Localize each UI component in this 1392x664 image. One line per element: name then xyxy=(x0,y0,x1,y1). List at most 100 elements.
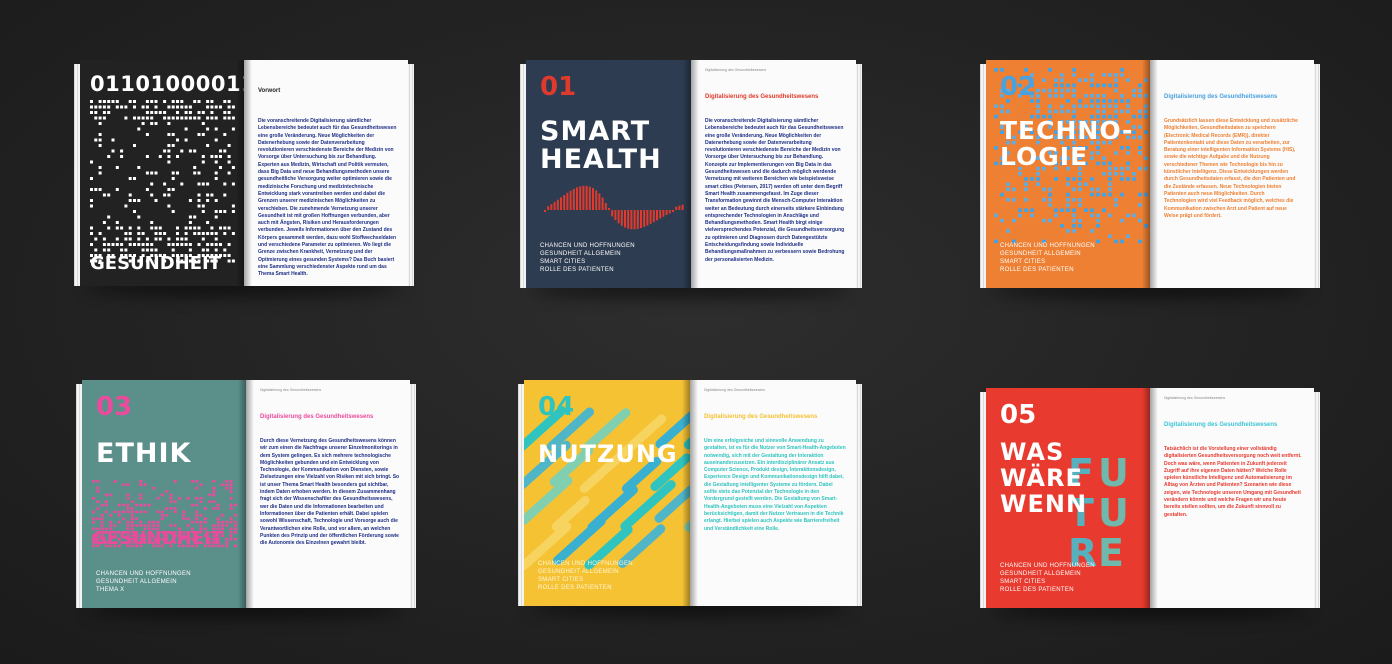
grid-pixel xyxy=(1138,203,1142,207)
bit-fragment xyxy=(90,204,93,208)
bit-fragment xyxy=(171,171,175,175)
grid-pixel xyxy=(1060,109,1064,114)
grid-pixel xyxy=(1024,208,1028,212)
bit-fragment xyxy=(115,100,119,103)
wave-bar xyxy=(582,185,585,210)
bit-fragment xyxy=(176,232,179,235)
pink-pixel xyxy=(212,480,216,483)
wave-bar xyxy=(585,185,588,210)
bit-fragment xyxy=(167,193,171,197)
grid-pixel xyxy=(1012,198,1016,202)
wave-bar xyxy=(662,210,665,217)
bit-fragment xyxy=(206,116,210,120)
pink-pixel xyxy=(173,510,177,514)
bit-fragment xyxy=(188,116,192,120)
bit-fragment xyxy=(176,237,179,241)
bit-fragment xyxy=(171,100,175,103)
pink-pixel xyxy=(225,544,229,548)
cover-page-was-waere-wenn: 05 FUTURE WAS WÄRE WENN CHANCEN UND HOFF… xyxy=(986,388,1150,608)
bit-fragment xyxy=(141,116,145,120)
bit-fragment xyxy=(201,111,205,114)
bit-fragment xyxy=(180,100,184,103)
bit-fragment xyxy=(94,248,98,252)
grid-pixel xyxy=(1072,198,1076,202)
book-vorwort: 01101000011 GESUNDHEIT Vorwort Die voran… xyxy=(74,60,414,296)
grid-pixel xyxy=(1126,99,1130,103)
bit-fragment xyxy=(201,210,205,213)
grid-pixel xyxy=(1066,109,1070,114)
pink-pixel xyxy=(195,486,199,490)
wave-bar xyxy=(579,186,582,210)
bit-fragment xyxy=(223,193,227,197)
bit-fragment xyxy=(180,149,184,153)
pink-pixel xyxy=(130,520,134,524)
bit-fragment xyxy=(197,226,201,230)
grid-pixel xyxy=(1048,109,1052,114)
wave-bar xyxy=(659,210,662,219)
bit-fragment xyxy=(98,138,102,142)
bit-fragment xyxy=(128,232,132,235)
bit-fragment xyxy=(167,116,171,120)
pink-pixel xyxy=(229,483,233,486)
bit-fragment xyxy=(214,232,218,235)
bit-fragment xyxy=(137,243,141,246)
bit-fragment xyxy=(201,160,205,164)
grid-pixel xyxy=(1000,218,1004,223)
bit-fragment xyxy=(98,105,102,109)
grid-pixel xyxy=(1066,229,1070,233)
bit-fragment xyxy=(197,199,201,202)
pink-pixel xyxy=(199,497,203,500)
bit-fragment xyxy=(107,111,111,114)
grid-pixel xyxy=(1144,166,1148,171)
bit-fragment xyxy=(167,237,171,241)
bit-fragment xyxy=(223,111,227,114)
bit-fragment xyxy=(102,221,106,224)
grid-pixel xyxy=(1144,156,1148,160)
chapter-number: 04 xyxy=(538,392,575,422)
wave-bar xyxy=(572,188,575,210)
grid-pixel xyxy=(1126,109,1130,114)
grid-pixel xyxy=(1066,177,1070,181)
grid-pixel xyxy=(1096,83,1100,88)
pink-pixel xyxy=(139,524,143,527)
book-technologie: 02 TECHNO- LOGIE CHANCEN UND HOFFNUNGEN … xyxy=(980,60,1320,298)
pink-pixel xyxy=(113,524,117,527)
pink-pixel xyxy=(233,537,237,541)
bit-fragment xyxy=(150,111,154,114)
grid-pixel xyxy=(1144,130,1148,134)
bit-fragment xyxy=(137,226,141,230)
grid-pixel xyxy=(1078,104,1082,108)
bit-fragment xyxy=(206,182,210,186)
bit-fragment xyxy=(180,105,184,109)
grid-pixel xyxy=(1042,78,1046,82)
bit-fragment xyxy=(154,100,158,103)
bit-fragment xyxy=(150,226,154,230)
pink-pixel xyxy=(225,480,229,483)
wave-bar xyxy=(668,210,671,214)
pink-pixel xyxy=(233,544,237,548)
grid-pixel xyxy=(1084,182,1088,186)
bit-fragment xyxy=(223,226,227,230)
pink-pixel xyxy=(156,520,160,524)
pink-pixel xyxy=(199,524,203,527)
bit-fragment xyxy=(171,243,175,246)
bit-fragment xyxy=(98,133,102,136)
grid-pixel xyxy=(1000,109,1004,114)
grid-pixel xyxy=(1096,94,1100,98)
bit-fragment xyxy=(176,111,179,114)
grid-pixel xyxy=(1024,198,1028,202)
bit-fragment xyxy=(145,116,149,120)
bit-fragment xyxy=(120,243,124,246)
bit-fragment xyxy=(102,105,106,109)
wave-bar xyxy=(556,199,559,210)
bit-fragment xyxy=(94,138,98,142)
pink-pixel xyxy=(212,500,216,503)
text-page-vorwort: Vorwort Die voranschreitende Digitalisie… xyxy=(244,60,408,286)
grid-pixel xyxy=(1120,94,1124,98)
bit-fragment xyxy=(193,215,197,219)
grid-pixel xyxy=(1060,83,1064,88)
grid-pixel xyxy=(1048,88,1052,93)
pink-pixel xyxy=(135,517,138,520)
chapter-list: CHANCEN UND HOFFNUNGEN GESUNDHEIT ALLGEM… xyxy=(1000,563,1095,593)
bit-fragment xyxy=(219,166,222,169)
